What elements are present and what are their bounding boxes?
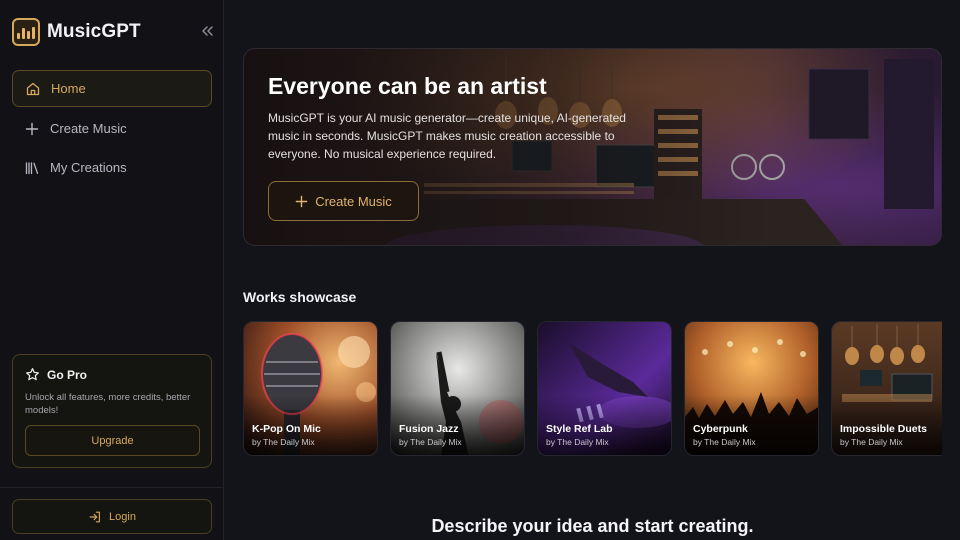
card-author: by The Daily Mix: [399, 437, 462, 447]
library-icon: [25, 161, 39, 174]
brand[interactable]: MusicGPT: [12, 18, 141, 46]
card-title: K-Pop On Mic: [252, 423, 321, 435]
sidebar: MusicGPT Home Create Music My Creations …: [0, 0, 224, 540]
go-pro-heading: Go Pro: [25, 367, 87, 382]
prompt-heading: Describe your idea and start creating.: [431, 516, 754, 536]
hero-title: Everyone can be an artist: [268, 73, 547, 99]
login-icon: [89, 511, 100, 522]
sidebar-divider: [0, 487, 224, 488]
login-label: Login: [109, 510, 136, 523]
card-author: by The Daily Mix: [840, 437, 903, 447]
upgrade-button[interactable]: Upgrade: [25, 425, 200, 456]
showcase-card[interactable]: K-Pop On Mic by The Daily Mix: [243, 321, 378, 456]
works-showcase-title: Works showcase: [243, 289, 357, 305]
plus-icon: [295, 195, 308, 207]
sidebar-item-home[interactable]: Home: [12, 70, 212, 107]
card-title: Impossible Duets: [840, 423, 927, 435]
sidebar-item-label: Create Music: [50, 121, 127, 136]
create-music-button[interactable]: Create Music: [268, 181, 419, 221]
plus-icon: [25, 122, 39, 135]
musicgpt-logo-icon: [12, 18, 40, 46]
home-icon: [26, 82, 40, 95]
login-button[interactable]: Login: [12, 499, 212, 534]
card-title: Cyberpunk: [693, 423, 748, 435]
go-pro-card: Go Pro Unlock all features, more credits…: [12, 354, 212, 468]
go-pro-title: Go Pro: [47, 367, 88, 382]
star-icon: [26, 368, 39, 381]
sidebar-item-label: Home: [51, 81, 86, 96]
card-title: Style Ref Lab: [546, 423, 613, 435]
showcase-card[interactable]: Impossible Duets by The Daily Mix: [831, 321, 942, 456]
hero-description: MusicGPT is your AI music generator—crea…: [268, 111, 626, 161]
create-music-label: Create Music: [315, 193, 392, 209]
showcase-card[interactable]: Cyberpunk by The Daily Mix: [684, 321, 819, 456]
sidebar-item-create-music[interactable]: Create Music: [12, 110, 212, 147]
card-title: Fusion Jazz: [399, 423, 459, 435]
showcase-card[interactable]: Style Ref Lab by The Daily Mix: [537, 321, 672, 456]
hero-banner: Everyone can be an artist MusicGPT is yo…: [243, 48, 942, 246]
showcase-card[interactable]: Fusion Jazz by The Daily Mix: [390, 321, 525, 456]
card-author: by The Daily Mix: [693, 437, 756, 447]
card-author: by The Daily Mix: [252, 437, 315, 447]
app-name: MusicGPT: [47, 21, 141, 42]
showcase-carousel: K-Pop On Mic by The Daily Mix Fusion Jaz…: [243, 321, 942, 456]
sidebar-item-label: My Creations: [50, 160, 127, 175]
go-pro-description: Unlock all features, more credits, bette…: [25, 392, 191, 416]
card-author: by The Daily Mix: [546, 437, 609, 447]
collapse-sidebar-icon[interactable]: [198, 22, 216, 40]
sidebar-item-my-creations[interactable]: My Creations: [12, 149, 212, 186]
